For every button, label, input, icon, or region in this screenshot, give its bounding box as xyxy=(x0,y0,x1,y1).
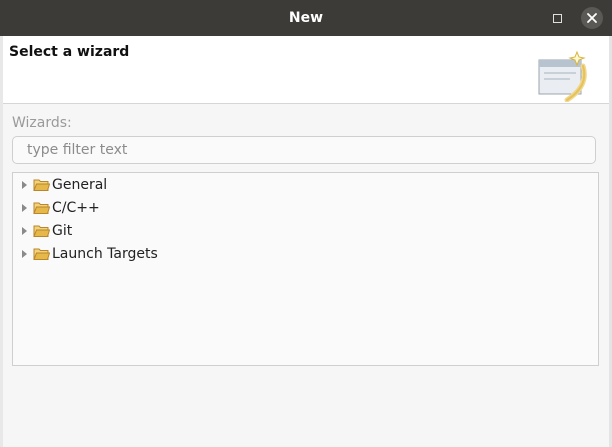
folder-icon xyxy=(33,225,50,237)
tree-item-launch-targets[interactable]: Launch Targets xyxy=(13,242,598,265)
title-bar[interactable]: New xyxy=(0,0,612,36)
close-button[interactable] xyxy=(581,7,603,29)
maximize-icon xyxy=(552,13,562,23)
window-title: New xyxy=(288,10,324,26)
tree-item-label: General xyxy=(52,176,108,193)
folder-icon xyxy=(33,202,50,214)
tree-item-general[interactable]: General xyxy=(13,173,598,196)
expand-arrow-icon[interactable] xyxy=(15,196,33,219)
tree-item-label: C/C++ xyxy=(52,199,100,216)
new-wizard-dialog: New Select a wizard Wizards: type filter… xyxy=(0,0,612,447)
close-icon xyxy=(587,13,597,23)
tree-item-label: Git xyxy=(52,222,73,239)
folder-icon xyxy=(33,179,50,191)
folder-icon xyxy=(33,248,50,260)
new-wizard-icon xyxy=(538,50,587,102)
wizards-label: Wizards: xyxy=(12,115,72,131)
filter-input[interactable] xyxy=(12,136,596,164)
tree-item-label: Launch Targets xyxy=(52,245,158,262)
maximize-button[interactable] xyxy=(550,11,564,25)
wizard-content: Wizards: General xyxy=(3,104,609,447)
expand-arrow-icon[interactable] xyxy=(15,242,33,265)
page-title: Select a wizard xyxy=(9,44,130,60)
wizard-tree[interactable]: General C/C++ Git Launch Targets xyxy=(12,172,599,366)
wizard-header: Select a wizard xyxy=(3,36,609,104)
expand-arrow-icon[interactable] xyxy=(15,219,33,242)
tree-item-git[interactable]: Git xyxy=(13,219,598,242)
expand-arrow-icon[interactable] xyxy=(15,173,33,196)
tree-item-cpp[interactable]: C/C++ xyxy=(13,196,598,219)
